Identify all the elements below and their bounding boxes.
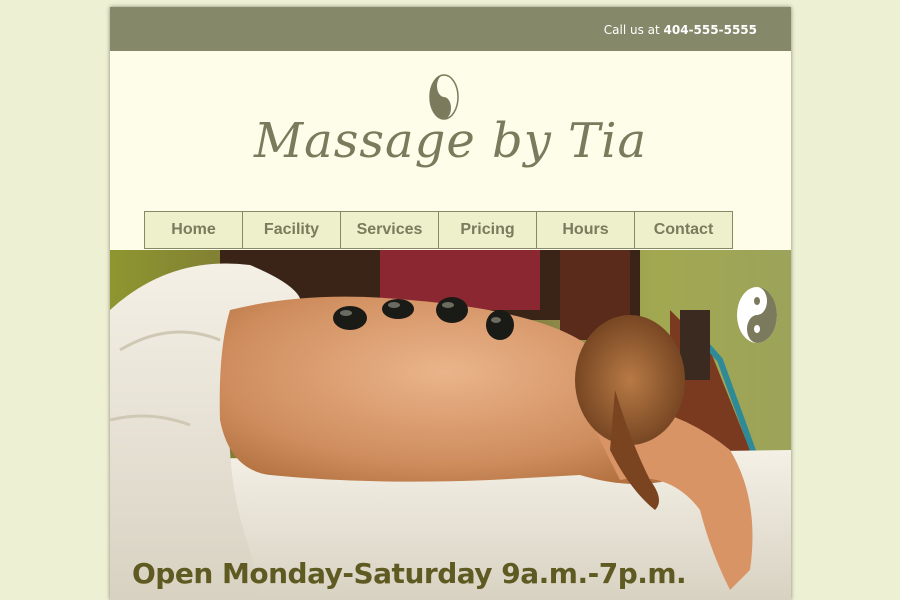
- nav-facility[interactable]: Facility: [242, 211, 341, 249]
- hero-image: Open Monday-Saturday 9a.m.-7p.m.: [110, 250, 791, 600]
- call-info: Call us at 404-555-5555: [604, 23, 757, 37]
- nav-hours[interactable]: Hours: [536, 211, 635, 249]
- site-logo-text[interactable]: Massage by Tia: [110, 113, 791, 169]
- call-prefix: Call us at: [603, 23, 660, 37]
- nav-services[interactable]: Services: [340, 211, 439, 249]
- nav-contact[interactable]: Contact: [634, 211, 733, 249]
- yin-yang-icon: [737, 287, 777, 343]
- top-bar: Call us at 404-555-5555: [110, 7, 791, 51]
- phone-number[interactable]: 404-555-5555: [664, 23, 757, 37]
- nav-pricing[interactable]: Pricing: [438, 211, 537, 249]
- nav-home[interactable]: Home: [144, 211, 243, 249]
- main-nav: Home Facility Services Pricing Hours Con…: [144, 211, 733, 249]
- hero-photo: [110, 250, 791, 600]
- site-header: Massage by Tia Home Facility Services Pr…: [110, 51, 791, 250]
- page-container: Call us at 404-555-5555 Massage by Tia H…: [110, 7, 791, 600]
- hours-banner: Open Monday-Saturday 9a.m.-7p.m.: [132, 557, 687, 590]
